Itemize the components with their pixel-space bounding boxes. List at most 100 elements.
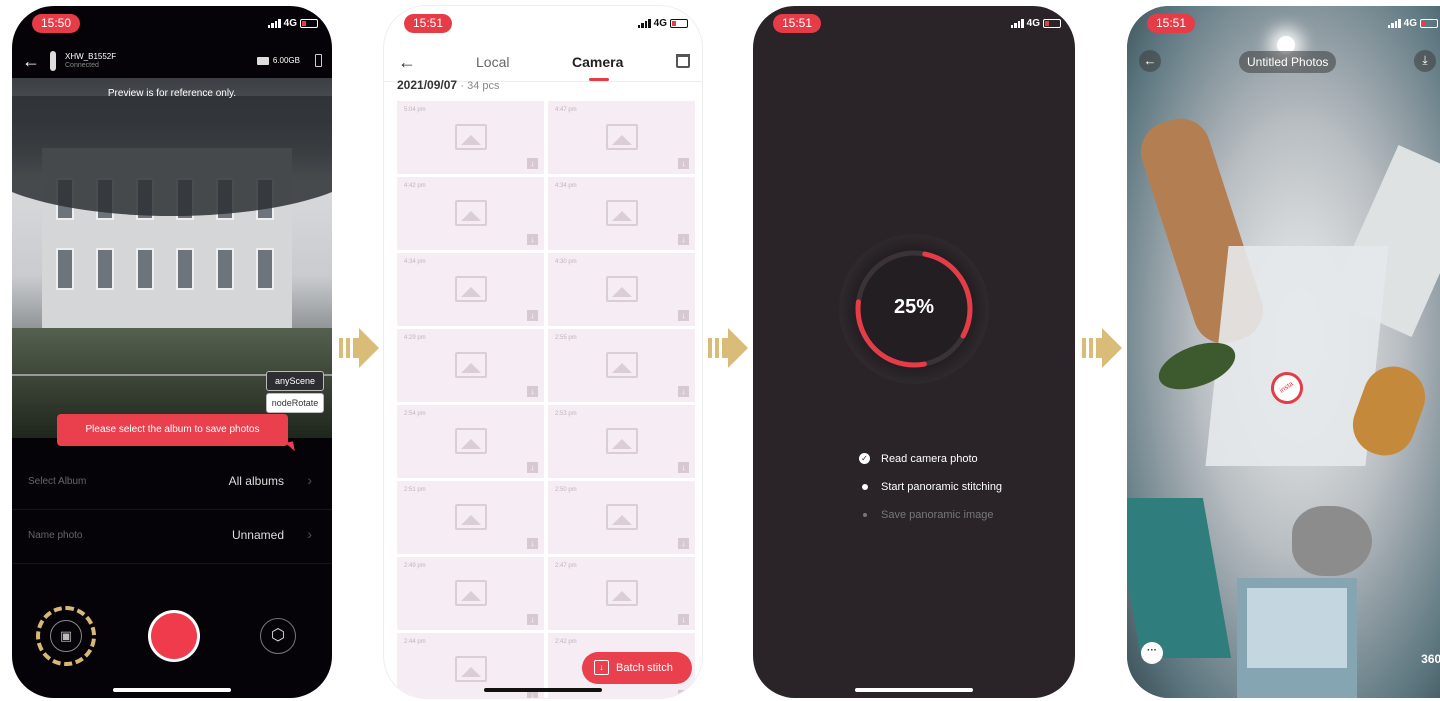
- photo-thumbnail[interactable]: 2:54 pm ↓: [397, 405, 544, 478]
- download-icon[interactable]: ↓: [527, 386, 538, 397]
- gallery-icon: ▣: [50, 620, 82, 652]
- active-dot-icon: [862, 484, 868, 490]
- select-album-label: Select Album: [28, 476, 87, 487]
- anyscene-logo[interactable]: anyScene: [266, 371, 324, 391]
- download-icon[interactable]: ↓: [527, 310, 538, 321]
- thumbnail-time: 2:51 pm: [404, 487, 426, 493]
- download-icon[interactable]: ↓: [527, 614, 538, 625]
- photos-header: ← Local Camera: [384, 46, 702, 82]
- device-header: ← XHW_B1552F Connected 6.00GB: [12, 44, 332, 78]
- photo-thumbnail[interactable]: 4:34 pm ↓: [397, 253, 544, 326]
- chevron-right-icon: ›: [307, 472, 312, 488]
- download-icon[interactable]: ↓: [527, 462, 538, 473]
- thumbnail-time: 2:50 pm: [555, 487, 577, 493]
- next-step-arrow-icon: [1082, 328, 1122, 368]
- shutter-button[interactable]: [148, 610, 200, 662]
- status-time: 15:51: [404, 14, 453, 33]
- view-360-badge[interactable]: 360°: [1421, 652, 1440, 666]
- batch-stitch-label: Batch stitch: [616, 662, 673, 674]
- thumbnail-time: 4:30 pm: [555, 259, 577, 265]
- photo-count: · 34 pcs: [460, 80, 500, 92]
- pano-window: [1237, 578, 1357, 698]
- image-placeholder-icon: [606, 276, 638, 302]
- image-placeholder-icon: [455, 504, 487, 530]
- network-label: 4G: [1403, 18, 1417, 29]
- pano-dog: [1292, 506, 1372, 576]
- chevron-right-icon: ›: [307, 526, 312, 542]
- home-indicator: [855, 688, 973, 692]
- signal-indicator: 4G: [1387, 18, 1438, 29]
- select-album-row[interactable]: Select Album All albums ›: [12, 456, 332, 510]
- name-photo-row[interactable]: Name photo Unnamed ›: [12, 510, 332, 564]
- back-arrow-icon[interactable]: ←: [22, 52, 40, 70]
- step-save-image: Save panoramic image: [859, 508, 1002, 536]
- thumbnail-time: 2:49 pm: [404, 563, 426, 569]
- step-read-photo: ✓ Read camera photo: [859, 452, 1002, 480]
- camera-device-icon: [50, 51, 56, 71]
- download-icon[interactable]: ↓: [527, 158, 538, 169]
- more-options-icon[interactable]: ···: [1141, 642, 1163, 664]
- download-icon[interactable]: ↓: [678, 462, 689, 473]
- download-icon[interactable]: ↓: [678, 234, 689, 245]
- download-icon[interactable]: ↓: [678, 310, 689, 321]
- thumbnail-time: 4:47 pm: [555, 107, 577, 113]
- photo-thumbnail[interactable]: 4:42 pm ↓: [397, 177, 544, 250]
- step-label: Start panoramic stitching: [881, 481, 1003, 493]
- photo-thumbnail[interactable]: 2:53 pm ↓: [548, 405, 695, 478]
- download-icon[interactable]: ⤓: [1414, 50, 1436, 72]
- status-bar: 15:51 4G: [1127, 6, 1440, 36]
- preview-window: [216, 248, 234, 290]
- device-name: XHW_B1552F: [65, 52, 117, 61]
- thumbnail-time: 2:42 pm: [555, 639, 577, 645]
- download-icon[interactable]: ↓: [527, 538, 538, 549]
- image-placeholder-icon: [606, 428, 638, 454]
- preview-window: [256, 248, 274, 290]
- signal-icon: [267, 19, 281, 28]
- trash-icon[interactable]: [676, 54, 690, 68]
- download-icon[interactable]: ↓: [527, 234, 538, 245]
- image-placeholder-icon: [455, 200, 487, 226]
- download-icon[interactable]: ↓: [678, 538, 689, 549]
- network-label: 4G: [1026, 18, 1040, 29]
- capture-screen: 15:50 4G ← XHW_B1552F Connected 6.00GB P…: [12, 6, 332, 698]
- back-arrow-icon[interactable]: ←: [1139, 50, 1161, 72]
- album-button[interactable]: ▣: [36, 606, 96, 666]
- image-placeholder-icon: [606, 580, 638, 606]
- photo-thumbnail[interactable]: 2:47 pm ↓: [548, 557, 695, 630]
- photo-thumbnail[interactable]: 4:47 pm ↓: [548, 101, 695, 174]
- panorama-image[interactable]: [1127, 6, 1440, 698]
- storage-value: 6.00GB: [272, 56, 300, 65]
- download-icon[interactable]: ↓: [678, 386, 689, 397]
- photo-thumbnail[interactable]: 2:49 pm ↓: [397, 557, 544, 630]
- preview-window: [56, 248, 74, 290]
- step-label: Save panoramic image: [881, 509, 994, 521]
- photo-thumbnail[interactable]: 5:04 pm ↓: [397, 101, 544, 174]
- photo-thumbnail[interactable]: 4:30 pm ↓: [548, 253, 695, 326]
- network-label: 4G: [653, 18, 667, 29]
- download-icon[interactable]: ↓: [678, 158, 689, 169]
- image-placeholder-icon: [606, 504, 638, 530]
- photo-thumbnail[interactable]: 2:55 pm ↓: [548, 329, 695, 402]
- tab-camera[interactable]: Camera: [572, 54, 623, 70]
- image-placeholder-icon: [455, 428, 487, 454]
- image-placeholder-icon: [606, 200, 638, 226]
- signal-icon: [1387, 19, 1401, 28]
- photo-thumbnail[interactable]: 4:29 pm ↓: [397, 329, 544, 402]
- status-time: 15:50: [32, 14, 81, 33]
- photo-thumbnail[interactable]: 4:34 pm ↓: [548, 177, 695, 250]
- noderotate-logo[interactable]: nodeRotate: [266, 393, 324, 413]
- thumbnail-time: 2:54 pm: [404, 411, 426, 417]
- settings-icon[interactable]: ⬡: [260, 618, 296, 654]
- image-placeholder-icon: [606, 124, 638, 150]
- tab-local[interactable]: Local: [476, 54, 509, 70]
- batch-stitch-button[interactable]: ↓ Batch stitch: [582, 652, 692, 684]
- photo-thumbnail[interactable]: 2:50 pm ↓: [548, 481, 695, 554]
- camera-photos-screen: 15:51 4G ← Local Camera 2021/09/07 · 34 …: [384, 6, 702, 698]
- download-icon[interactable]: ↓: [678, 614, 689, 625]
- next-step-arrow-icon: [339, 328, 379, 368]
- photo-thumbnail[interactable]: 2:51 pm ↓: [397, 481, 544, 554]
- album-title[interactable]: Untitled Photos: [1239, 51, 1337, 73]
- back-arrow-icon[interactable]: ←: [398, 52, 416, 73]
- select-album-value: All albums: [228, 474, 284, 488]
- download-icon[interactable]: ↓: [678, 690, 689, 698]
